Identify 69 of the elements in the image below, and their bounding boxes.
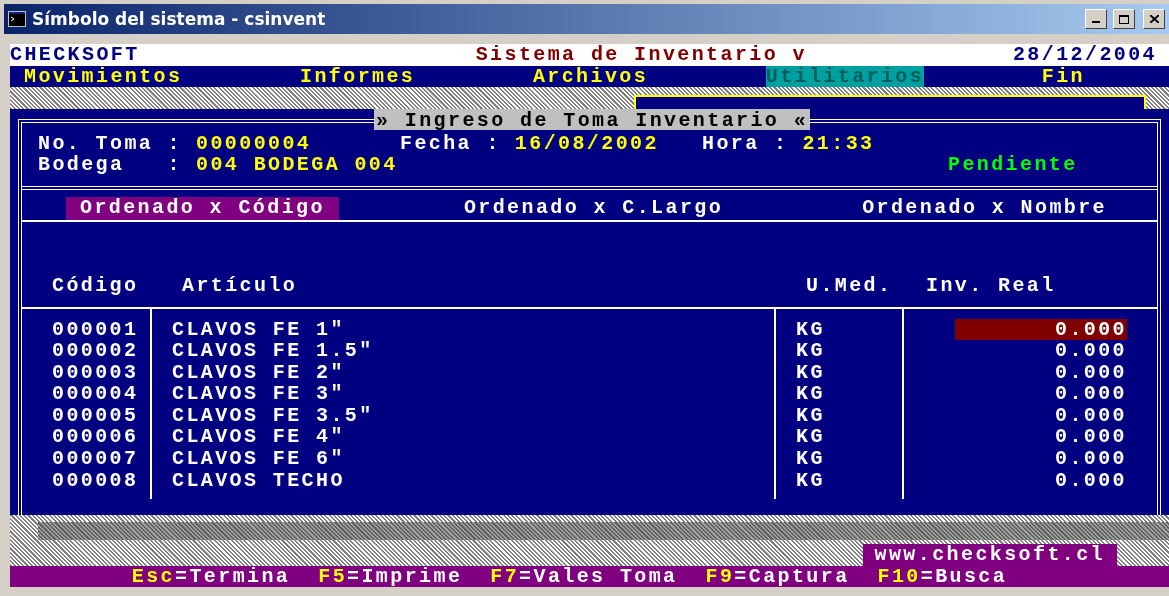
function-key-hint: F5=Imprime <box>318 565 463 587</box>
table-cell-text: CLAVOS TECHO <box>171 469 346 492</box>
current-date: 28/12/2004 <box>1012 44 1157 66</box>
table-cell-text: KG <box>795 448 826 470</box>
console-icon <box>8 11 26 27</box>
table-cell-text: CLAVOS FE 4" <box>171 426 346 449</box>
table-cell-text: 000005 <box>51 404 140 427</box>
table-cell-text: KG <box>795 318 826 341</box>
table-cell[interactable]: 0.000 <box>955 340 1127 362</box>
sort-tab[interactable]: Ordenado x Nombre <box>848 196 1121 220</box>
company-name: CHECKSOFT <box>10 44 140 66</box>
table-cell[interactable]: 0.000 <box>955 426 1127 449</box>
table-cell[interactable]: 0.000 <box>955 318 1127 341</box>
sort-tab[interactable]: Ordenado x Código <box>66 196 339 220</box>
table-cell-text: KG <box>795 426 826 449</box>
table-cell[interactable]: 0.000 <box>955 469 1127 492</box>
menu-item[interactable]: Archivos <box>532 65 649 87</box>
function-key-hint: F10=Busca <box>877 565 1008 587</box>
close-button[interactable] <box>1143 9 1165 29</box>
table-cell-text: KG <box>795 340 826 362</box>
window-title: Símbolo del sistema - csinvent <box>32 9 327 29</box>
column-header: Artículo <box>181 274 299 296</box>
table-cell-text: CLAVOS FE 2" <box>171 361 346 384</box>
table-cell-text: 000002 <box>51 340 140 362</box>
field-value: 16/08/2002 <box>514 132 659 154</box>
dialog-title: » Ingreso de Toma Inventario « <box>374 108 811 130</box>
maximize-button[interactable] <box>1113 9 1135 29</box>
table-cell[interactable]: 0.000 <box>955 361 1127 384</box>
maximize-icon <box>1119 14 1129 24</box>
system-title: Sistema de Inventario v <box>475 44 807 66</box>
menu-item[interactable]: Informes <box>300 65 416 87</box>
sort-tab[interactable]: Ordenado x C.Largo <box>449 196 738 220</box>
table-cell-text: KG <box>795 469 826 492</box>
table-cell-text: CLAVOS FE 1" <box>171 318 346 341</box>
table-cell-text: CLAVOS FE 1.5" <box>171 340 375 362</box>
field-value: 004 BODEGA 004 <box>196 154 398 176</box>
table-cell-text: CLAVOS FE 3" <box>171 383 346 405</box>
status-label: Pendiente <box>948 154 1079 176</box>
table-cell-text: 000006 <box>51 426 140 449</box>
table-cell-text: 000003 <box>51 361 140 384</box>
column-header: Inv. Real <box>925 274 1057 296</box>
menu-item[interactable]: Movimientos <box>24 65 183 87</box>
field-label: No. Toma : <box>38 132 183 154</box>
close-icon <box>1149 15 1159 23</box>
field-label: Hora : <box>702 132 789 154</box>
table-cell-text: KG <box>795 404 826 427</box>
table-cell-text: 000001 <box>51 318 140 341</box>
field-label: Bodega : <box>38 154 183 176</box>
table-cell[interactable]: 0.000 <box>955 383 1127 405</box>
table-cell-text: 000008 <box>51 469 140 492</box>
website-label: www.checksoft.cl <box>862 543 1117 566</box>
table-cell-text: KG <box>795 383 826 405</box>
field-value: 00000004 <box>196 132 312 154</box>
table-cell-text: CLAVOS FE 6" <box>171 448 346 470</box>
column-header: U.Med. <box>805 274 894 296</box>
menu-item[interactable]: Fin <box>1041 65 1085 87</box>
field-label: Fecha : <box>400 132 501 154</box>
column-header: Código <box>51 274 140 296</box>
table-cell-text: CLAVOS FE 3.5" <box>171 404 375 427</box>
field-value: 21:33 <box>802 132 875 154</box>
table-cell-text: 000004 <box>51 383 140 405</box>
table-cell-text: KG <box>795 361 826 384</box>
function-key-hint: F9=Captura <box>705 565 850 587</box>
function-key-hint: Esc=Termina <box>131 565 291 587</box>
table-cell[interactable]: 0.000 <box>955 448 1127 470</box>
minimize-button[interactable] <box>1085 9 1107 29</box>
table-cell-text: 000007 <box>51 448 140 470</box>
function-key-hint: F7=Vales Toma <box>490 565 678 587</box>
table-cell[interactable]: 0.000 <box>955 404 1127 427</box>
